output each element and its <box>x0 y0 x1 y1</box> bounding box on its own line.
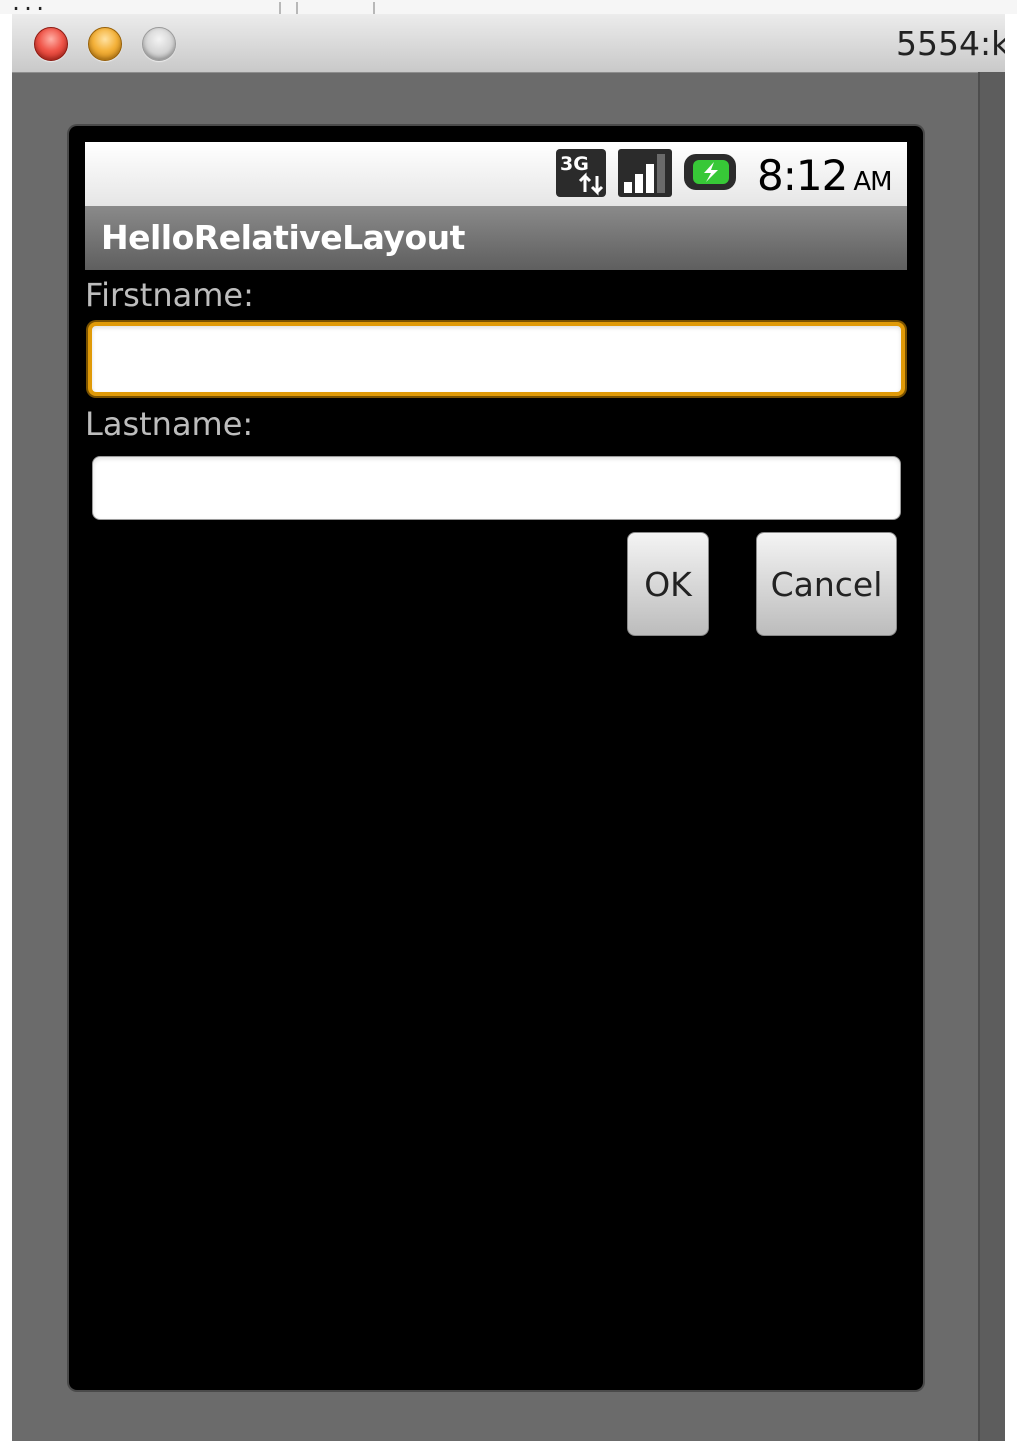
app-title-bar: HelloRelativeLayout <box>85 206 907 270</box>
battery-charging-icon <box>684 154 736 190</box>
close-window-button[interactable] <box>34 27 68 61</box>
window-title: 5554:k <box>896 24 1005 63</box>
minimize-window-button[interactable] <box>88 27 122 61</box>
3g-data-icon: 3G <box>556 149 606 197</box>
firstname-label: Firstname: <box>85 276 254 314</box>
emulator-window: 5554:k 3G 8:12 AM HelloRelativeLayout Fi… <box>12 14 1005 1441</box>
status-clock: 8:12 AM <box>757 151 893 200</box>
window-titlebar: 5554:k <box>12 14 1005 73</box>
svg-text:3G: 3G <box>560 153 589 175</box>
background-editor-strip: ... <box>0 0 1017 14</box>
status-bar: 3G 8:12 AM <box>85 142 907 206</box>
divider <box>279 2 281 14</box>
clock-time: 8:12 <box>757 151 848 200</box>
window-side-panel <box>978 72 1005 1441</box>
zoom-window-button[interactable] <box>142 27 176 61</box>
background-text-fragment: ... <box>10 0 47 14</box>
app-title: HelloRelativeLayout <box>101 218 465 257</box>
lastname-field[interactable] <box>92 456 901 520</box>
signal-bars-icon <box>618 149 672 197</box>
clock-ampm: AM <box>853 167 892 197</box>
lastname-label: Lastname: <box>85 405 254 443</box>
device-screen: 3G 8:12 AM HelloRelativeLayout Firstname: <box>69 126 923 1390</box>
divider <box>296 2 298 14</box>
firstname-field[interactable] <box>88 322 905 396</box>
cancel-button[interactable]: Cancel <box>756 532 897 636</box>
ok-button[interactable]: OK <box>627 532 709 636</box>
divider <box>373 2 375 14</box>
